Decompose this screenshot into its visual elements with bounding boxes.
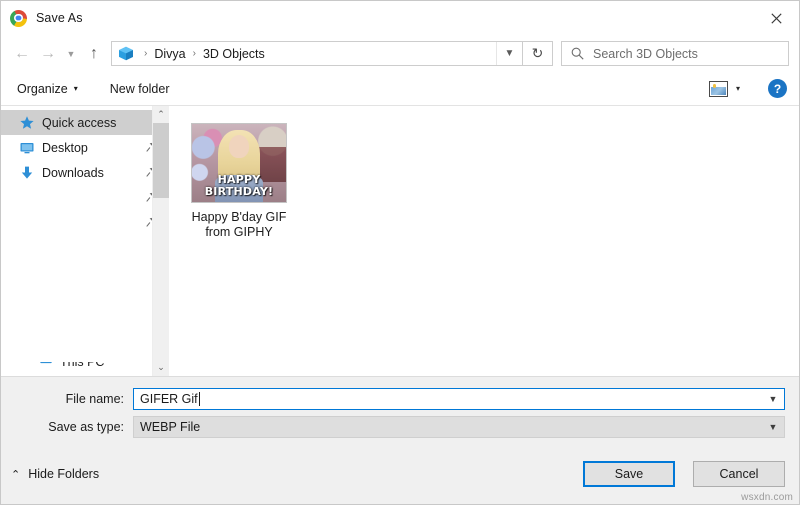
close-button[interactable]	[753, 1, 799, 35]
scroll-down-arrow-icon[interactable]: ⌄	[153, 359, 170, 376]
chevron-up-icon: ⌃	[11, 468, 21, 481]
save-as-type-value: WEBP File	[140, 420, 201, 434]
view-thumbnail-icon[interactable]	[708, 80, 728, 97]
save-as-type-chevron-down-icon[interactable]: ▼	[762, 417, 784, 437]
sidebar-item-pinned-3[interactable]	[1, 185, 169, 210]
star-icon	[19, 115, 35, 131]
watermark: wsxdn.com	[741, 492, 793, 503]
new-folder-button[interactable]: New folder	[108, 79, 172, 99]
help-button[interactable]: ?	[768, 79, 787, 98]
address-bar[interactable]: › Divya › 3D Objects ▼	[111, 41, 523, 66]
command-bar-right: ▾ ?	[708, 79, 787, 98]
up-arrow-icon: ↑	[90, 44, 98, 62]
breadcrumb-item-3d-objects[interactable]: 3D Objects	[203, 47, 265, 61]
save-as-type-row: Save as type: WEBP File ▼	[15, 416, 785, 438]
breadcrumb-separator: ›	[144, 48, 148, 59]
back-arrow-icon: ←	[14, 44, 30, 62]
cancel-button[interactable]: Cancel	[693, 461, 785, 487]
breadcrumb-separator: ›	[192, 48, 196, 59]
file-name-line2: from GIPHY	[205, 225, 273, 239]
file-name-line1: Happy B'day GIF	[191, 210, 287, 224]
save-as-type-select[interactable]: WEBP File ▼	[133, 416, 785, 438]
sidebar-item-label: Downloads	[42, 165, 104, 180]
close-icon	[770, 12, 782, 24]
dialog-body: Quick access Desktop Downloads ⌃ ⌄ HAPPY…	[1, 106, 799, 376]
chevron-down-icon: ▼	[66, 48, 76, 59]
new-folder-label: New folder	[109, 81, 170, 96]
scrollbar-track[interactable]	[152, 123, 169, 359]
scroll-up-arrow-icon[interactable]: ⌃	[153, 106, 170, 123]
forward-button[interactable]: →	[35, 41, 61, 67]
file-name-label-static: File name:	[65, 392, 124, 406]
search-box[interactable]: Search 3D Objects	[561, 41, 789, 66]
search-input-placeholder: Search 3D Objects	[593, 46, 698, 61]
recent-locations-button[interactable]: ▼	[61, 41, 81, 67]
file-name-value: GIFER Gif	[140, 392, 198, 406]
command-bar: Organize ▾ New folder ▾ ?	[1, 72, 799, 106]
save-button[interactable]: Save	[583, 461, 675, 487]
file-item[interactable]: HAPPY BIRTHDAY! Happy B'day GIF from GIP…	[183, 120, 295, 243]
navigation-bar: ← → ▼ ↑ › Divya › 3D Objects ▼ ↻ Search …	[1, 35, 799, 72]
sidebar-item-pinned-4[interactable]	[1, 210, 169, 235]
search-icon	[571, 47, 584, 60]
save-as-type-label-static: Save as type:	[48, 420, 124, 434]
text-cursor	[198, 392, 200, 406]
sidebar-item-label: This PC	[60, 362, 104, 369]
dialog-footer: ⌃ Hide Folders Save Cancel wsxdn.com	[1, 444, 799, 504]
file-name-label: Happy B'day GIF from GIPHY	[183, 210, 295, 240]
organize-button[interactable]: Organize ▾	[15, 79, 80, 99]
file-name-row: File name: GIFER Gif ▼	[15, 388, 785, 410]
navigation-pane: Quick access Desktop Downloads ⌃ ⌄	[1, 106, 169, 376]
file-list[interactable]: HAPPY BIRTHDAY! Happy B'day GIF from GIP…	[169, 106, 799, 376]
sidebar-item-desktop[interactable]: Desktop	[1, 135, 169, 160]
thumbnail-caption-line2: BIRTHDAY!	[204, 185, 274, 198]
sidebar-scrollbar[interactable]: ⌃ ⌄	[152, 106, 169, 376]
hide-folders-button[interactable]: ⌃ Hide Folders	[11, 467, 99, 481]
scrollbar-thumb[interactable]	[152, 123, 169, 198]
address-dropdown-button[interactable]: ▼	[496, 42, 522, 65]
title-bar: Save As	[1, 1, 799, 35]
up-one-level-button[interactable]: ↑	[81, 41, 107, 67]
view-options-chevron-down-icon[interactable]: ▾	[732, 84, 750, 93]
sidebar-item-label: Desktop	[42, 140, 88, 155]
chrome-logo-icon	[10, 9, 27, 27]
back-button[interactable]: ←	[9, 41, 35, 67]
window-title: Save As	[36, 11, 83, 25]
monitor-icon	[19, 140, 35, 156]
refresh-button[interactable]: ↻	[523, 41, 553, 66]
sidebar-item-downloads[interactable]: Downloads	[1, 160, 169, 185]
file-name-input[interactable]: GIFER Gif ▼	[133, 388, 785, 410]
monitor-icon	[39, 362, 53, 370]
save-form: File name: GIFER Gif ▼ Save as type: WEB…	[1, 376, 799, 444]
organize-label: Organize	[17, 81, 68, 96]
save-as-dialog: Save As ← → ▼ ↑ › Divya › 3D Objects ▼ ↻…	[0, 0, 800, 505]
breadcrumb-item-divya[interactable]: Divya	[154, 47, 185, 61]
footer-buttons: Save Cancel	[583, 461, 785, 487]
sidebar-item-quick-access[interactable]: Quick access	[1, 110, 169, 135]
file-name-chevron-down-icon[interactable]: ▼	[762, 389, 784, 409]
refresh-icon: ↻	[531, 45, 544, 61]
3d-objects-icon	[118, 46, 134, 61]
sidebar-item-label: Quick access	[42, 115, 117, 130]
forward-arrow-icon: →	[40, 44, 56, 62]
hide-folders-label: Hide Folders	[28, 467, 100, 481]
sidebar-item-this-pc-clipped[interactable]: This PC	[1, 362, 161, 376]
download-arrow-icon	[19, 165, 35, 181]
file-thumbnail: HAPPY BIRTHDAY!	[191, 123, 287, 203]
chevron-down-icon: ▾	[73, 84, 78, 93]
